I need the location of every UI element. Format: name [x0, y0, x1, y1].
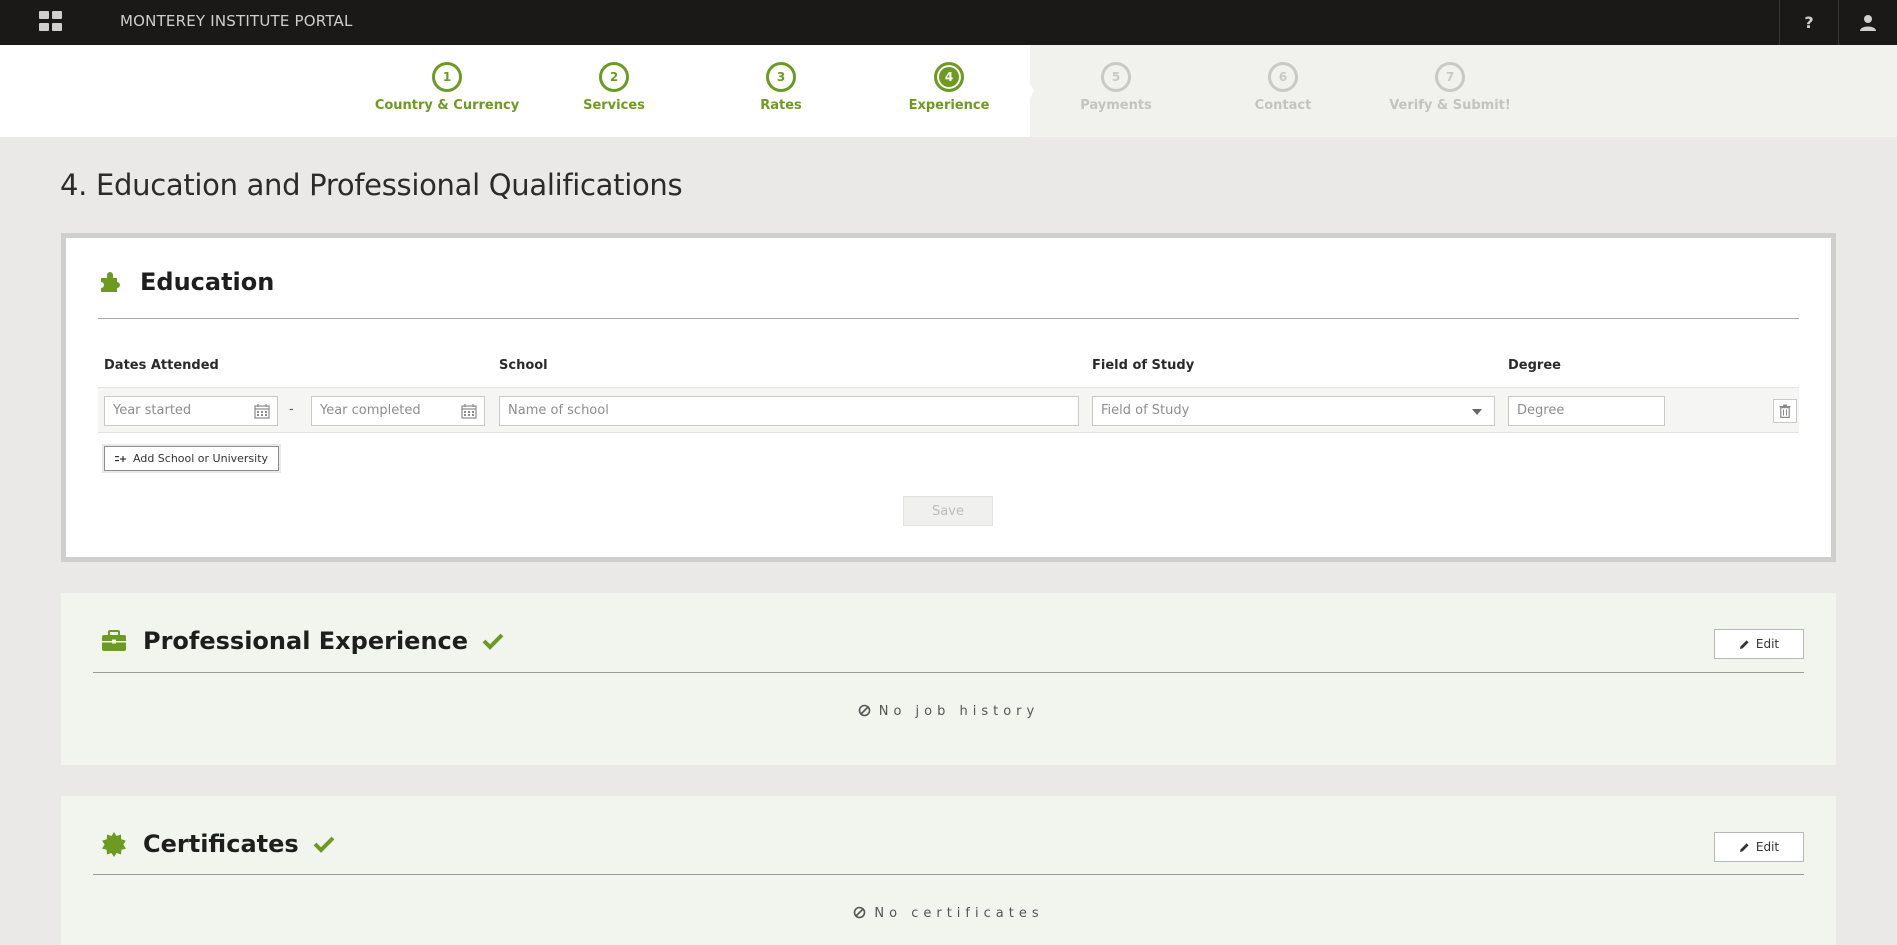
column-header-degree: Degree	[1508, 358, 1561, 373]
step-number: 2	[599, 62, 629, 92]
certificates-header: Certificates	[101, 830, 335, 858]
step-rates[interactable]: 3 Rates	[696, 62, 866, 113]
button-label: Edit	[1755, 637, 1780, 651]
section-title: Education	[140, 268, 275, 296]
experience-header: Professional Experience	[101, 627, 504, 655]
step-contact: 6 Contact	[1198, 62, 1368, 113]
badge-icon	[102, 832, 126, 857]
edit-experience-button[interactable]: Edit	[1714, 629, 1804, 659]
step-number: 7	[1435, 62, 1465, 92]
certificates-panel: Certificates Edit No certificates	[61, 796, 1836, 945]
user-button[interactable]	[1839, 0, 1897, 45]
date-separator: -	[289, 402, 294, 417]
checkmark-icon	[313, 836, 335, 853]
placeholder: Year started	[113, 403, 192, 418]
chevron-down-icon	[1472, 409, 1482, 415]
step-label: Contact	[1254, 98, 1312, 113]
empty-text: No certificates	[874, 906, 1044, 921]
calendar-icon[interactable]	[254, 403, 270, 419]
step-number: 4	[934, 62, 964, 92]
pencil-icon	[1739, 639, 1749, 649]
column-header-dates: Dates Attended	[104, 358, 219, 373]
empty-text: No job history	[878, 704, 1040, 719]
section-title: Professional Experience	[143, 627, 469, 655]
help-button[interactable]: ?	[1780, 0, 1838, 45]
step-number: 3	[766, 62, 796, 92]
placeholder: Degree	[1517, 403, 1565, 418]
app-title: MONTEREY INSTITUTE PORTAL	[120, 12, 353, 30]
save-button[interactable]: Save	[903, 496, 993, 526]
step-label: Rates	[760, 98, 802, 113]
step-verify-submit: 7 Verify & Submit!	[1365, 62, 1535, 113]
step-number: 1	[432, 62, 462, 92]
step-label: Payments	[1080, 98, 1152, 113]
step-services[interactable]: 2 Services	[529, 62, 699, 113]
user-icon	[1860, 14, 1876, 31]
step-label: Experience	[908, 98, 990, 113]
placeholder: Year completed	[320, 403, 421, 418]
divider	[93, 672, 1804, 673]
page-title: 4. Education and Professional Qualificat…	[60, 168, 683, 202]
top-bar: MONTEREY INSTITUTE PORTAL ?	[0, 0, 1897, 45]
pencil-icon	[1739, 842, 1749, 852]
year-completed-input[interactable]: Year completed	[311, 396, 485, 426]
step-country-currency[interactable]: 1 Country & Currency	[362, 62, 532, 113]
progress-stepper: 1 Country & Currency 2 Services 3 Rates …	[0, 45, 1897, 137]
button-label: Edit	[1755, 840, 1780, 854]
select-value: Field of Study	[1101, 403, 1190, 418]
degree-input[interactable]: Degree	[1508, 396, 1665, 426]
section-title: Certificates	[143, 830, 299, 858]
column-header-field: Field of Study	[1092, 358, 1195, 373]
step-label: Verify & Submit!	[1389, 98, 1511, 113]
professional-experience-panel: Professional Experience Edit No job hist…	[61, 593, 1836, 765]
step-number: 6	[1268, 62, 1298, 92]
checkmark-icon	[482, 633, 504, 650]
step-experience[interactable]: 4 Experience	[864, 62, 1034, 113]
step-number: 5	[1101, 62, 1131, 92]
year-started-input[interactable]: Year started	[104, 396, 278, 426]
step-label: Services	[583, 98, 645, 113]
briefcase-icon	[102, 630, 126, 651]
divider	[98, 318, 1799, 319]
delete-row-button[interactable]	[1773, 399, 1797, 423]
education-card: Education Dates Attended School Field of…	[61, 233, 1836, 562]
empty-state: No job history	[61, 704, 1836, 719]
puzzle-icon	[101, 272, 120, 292]
step-label: Country & Currency	[374, 98, 520, 113]
step-payments: 5 Payments	[1031, 62, 1201, 113]
column-header-school: School	[499, 358, 548, 373]
edit-certificates-button[interactable]: Edit	[1714, 832, 1804, 862]
button-label: Add School or University	[133, 452, 269, 465]
ban-icon	[854, 906, 866, 919]
education-row: Year started - Year completed Name of sc…	[98, 387, 1799, 433]
divider	[93, 874, 1804, 875]
calendar-icon[interactable]	[461, 403, 477, 419]
school-name-input[interactable]: Name of school	[499, 396, 1079, 426]
trash-icon	[1779, 404, 1791, 418]
app-grid-icon[interactable]	[39, 11, 63, 31]
empty-state: No certificates	[61, 906, 1836, 921]
ban-icon	[858, 704, 871, 717]
placeholder: Name of school	[508, 403, 609, 418]
add-list-icon	[115, 455, 126, 462]
add-school-button[interactable]: Add School or University	[104, 446, 280, 471]
education-header: Education	[98, 268, 274, 296]
field-of-study-select[interactable]: Field of Study	[1092, 396, 1495, 426]
